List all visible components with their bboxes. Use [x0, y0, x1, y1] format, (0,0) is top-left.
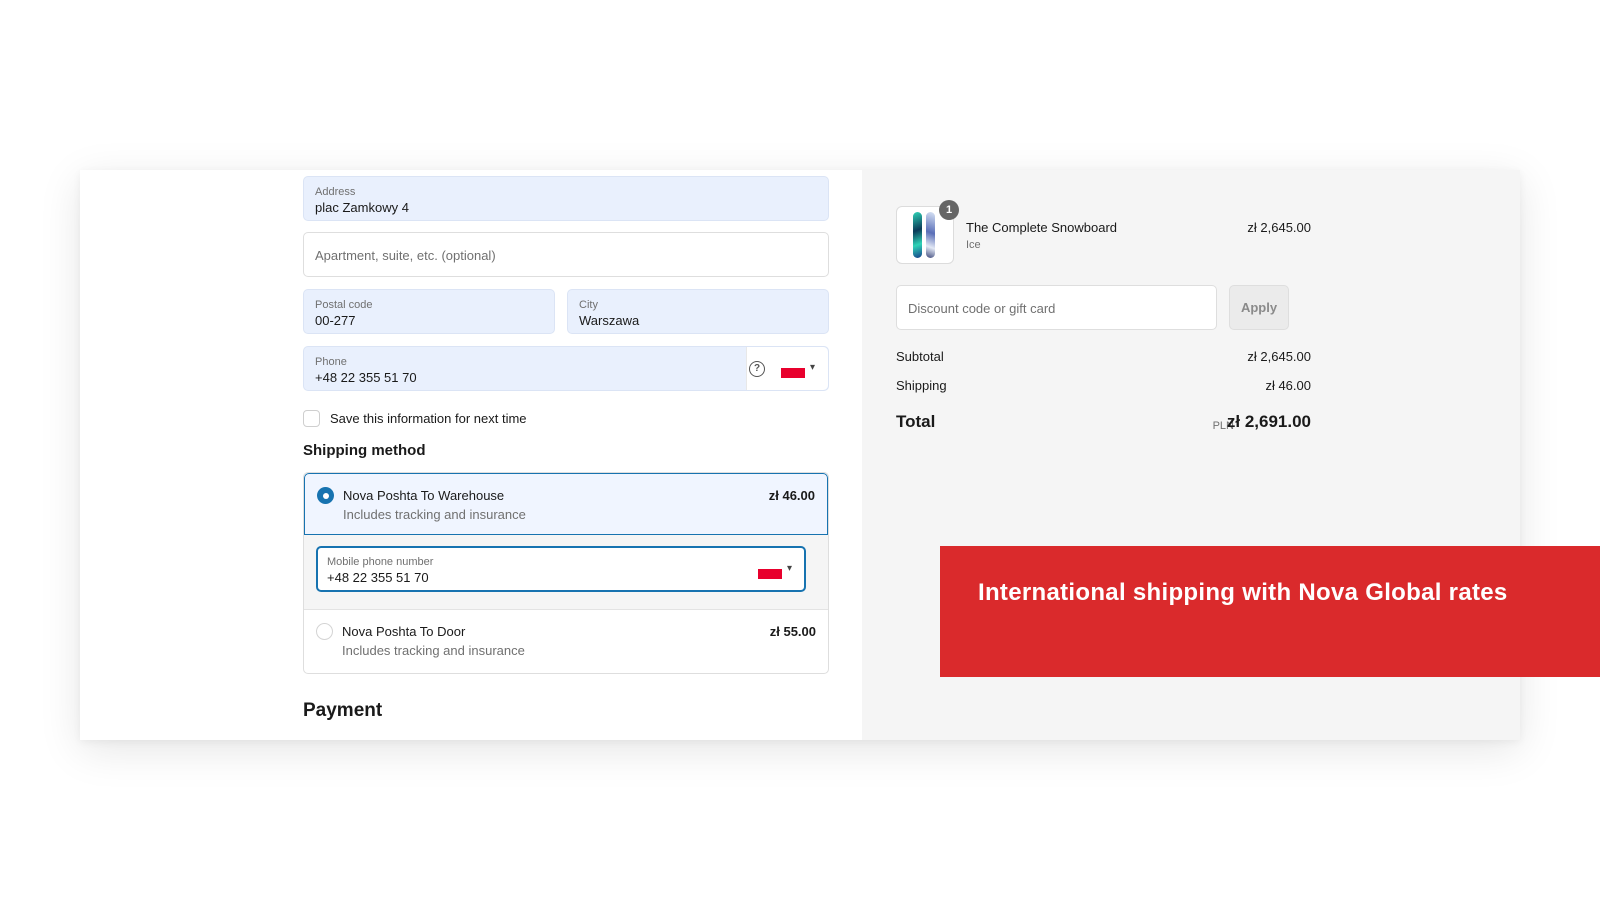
phone-value: +48 22 355 51 70 — [315, 370, 417, 385]
poland-flag-icon — [758, 569, 782, 579]
poland-flag-icon — [781, 368, 805, 378]
chevron-down-icon: ▾ — [810, 362, 816, 373]
apartment-field[interactable]: Apartment, suite, etc. (optional) — [303, 232, 829, 277]
address-field[interactable]: Address plac Zamkowy 4 — [303, 176, 829, 221]
shipping-option-warehouse[interactable]: Nova Poshta To Warehouse Includes tracki… — [304, 473, 828, 535]
mobile-phone-field[interactable]: Mobile phone number +48 22 355 51 70 ▾ — [316, 546, 806, 592]
address-value: plac Zamkowy 4 — [315, 200, 409, 215]
option-price: zł 46.00 — [768, 488, 815, 503]
city-label: City — [579, 299, 598, 311]
phone-aux: ? ▾ — [746, 347, 828, 390]
checkout-form: Address plac Zamkowy 4 Apartment, suite,… — [80, 170, 862, 740]
subtotal-value: zł 2,645.00 — [1247, 349, 1311, 364]
product-price: zł 2,645.00 — [1247, 220, 1311, 235]
mobile-phone-value: +48 22 355 51 70 — [327, 570, 429, 585]
postal-code-value: 00-277 — [315, 313, 356, 328]
option-name: Nova Poshta To Door — [342, 624, 466, 639]
apartment-placeholder: Apartment, suite, etc. (optional) — [315, 248, 496, 263]
shipping-label: Shipping — [896, 378, 947, 393]
product-name: The Complete Snowboard — [966, 220, 1118, 235]
city-field[interactable]: City Warszawa — [567, 289, 829, 334]
shipping-option-details: Mobile phone number +48 22 355 51 70 ▾ — [304, 535, 828, 610]
total-value: zł 2,691.00 — [1226, 412, 1311, 431]
shipping-option-door[interactable]: Nova Poshta To Door Includes tracking an… — [304, 610, 828, 673]
save-info-checkbox[interactable] — [303, 410, 320, 427]
phone-label: Phone — [315, 356, 347, 368]
shipping-value: zł 46.00 — [1265, 378, 1311, 393]
payment-title: Payment — [303, 700, 383, 721]
apply-button[interactable]: Apply — [1229, 285, 1289, 330]
option-description: Includes tracking and insurance — [343, 507, 526, 522]
promo-banner: International shipping with Nova Global … — [940, 546, 1600, 677]
option-price: zł 55.00 — [769, 624, 816, 639]
quantity-badge: 1 — [939, 200, 959, 220]
postal-code-field[interactable]: Postal code 00-277 — [303, 289, 555, 334]
mobile-phone-label: Mobile phone number — [327, 556, 434, 568]
address-label: Address — [315, 186, 356, 198]
chevron-down-icon: ▾ — [787, 563, 793, 574]
radio-warehouse[interactable] — [317, 487, 334, 504]
snowboard-image — [926, 212, 935, 258]
total-label: Total — [896, 412, 936, 431]
help-icon[interactable]: ? — [749, 361, 765, 377]
radio-door[interactable] — [316, 623, 333, 640]
save-info-label: Save this information for next time — [330, 411, 527, 426]
snowboard-image — [913, 212, 922, 258]
banner-text: International shipping with Nova Global … — [978, 579, 1508, 606]
option-description: Includes tracking and insurance — [342, 643, 525, 658]
city-value: Warszawa — [579, 313, 640, 328]
postal-code-label: Postal code — [315, 299, 373, 311]
subtotal-label: Subtotal — [896, 349, 944, 364]
shipping-options: Nova Poshta To Warehouse Includes tracki… — [303, 472, 829, 674]
phone-field[interactable]: Phone +48 22 355 51 70 ? ▾ — [303, 346, 829, 391]
discount-input[interactable]: Discount code or gift card — [896, 285, 1217, 330]
discount-placeholder: Discount code or gift card — [908, 301, 1056, 316]
option-name: Nova Poshta To Warehouse — [343, 488, 505, 503]
shipping-method-title: Shipping method — [303, 442, 426, 459]
product-variant: Ice — [966, 239, 981, 251]
